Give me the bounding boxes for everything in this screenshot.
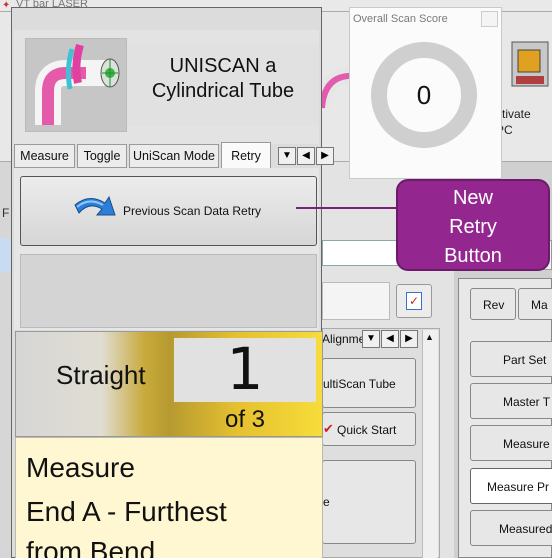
retry-tab-content: Previous Scan Data Retry — [14, 168, 319, 330]
multiscan-tube-button[interactable]: ultiScan Tube — [322, 358, 416, 408]
tab-prev-arrow-icon[interactable]: ◀ — [297, 147, 315, 165]
instruction-line-2: End A - Furthest — [26, 496, 227, 527]
callout-line-1: New — [452, 187, 493, 209]
callout-line-3: Button — [444, 245, 502, 267]
tab-uniscan-mode[interactable]: UniScan Mode — [129, 144, 219, 168]
tab-retry[interactable]: Retry — [221, 142, 271, 168]
count-total: of 3 — [224, 406, 266, 433]
panel-title: UNISCAN a Cylindrical Tube — [127, 44, 319, 126]
master-tube-button[interactable]: Master T — [470, 383, 552, 419]
score-close-button[interactable] — [481, 11, 498, 27]
tube-thumbnail — [25, 38, 127, 132]
panel-title-line2: Cylindrical Tube — [151, 80, 295, 102]
tab-measure[interactable]: Measure — [14, 144, 75, 168]
part-setup-button[interactable]: Part Set — [470, 341, 552, 377]
measured-button[interactable]: Measured — [470, 510, 552, 546]
app-icon: ✦ — [2, 0, 11, 11]
measure-setup-button[interactable]: Measure S — [470, 425, 552, 461]
uniscan-panel: UNISCAN a Cylindrical Tube Measure Toggl… — [11, 7, 334, 558]
instruction-box: Measure End A - Furthest from Bend — [15, 437, 323, 558]
bg-checklist-button[interactable]: ✓ — [396, 284, 432, 318]
dropdown-arrow-icon[interactable]: ▼ — [278, 147, 296, 165]
instruction-line-1: Measure — [26, 452, 135, 483]
overall-scan-score-window: Overall Scan Score 0 — [349, 7, 502, 179]
side-button-label: Measure S — [503, 437, 552, 451]
scroll-up-icon[interactable]: ▲ — [425, 332, 434, 342]
count-box: 1 — [174, 335, 316, 403]
tab-next-arrow-icon[interactable]: ▶ — [400, 330, 418, 348]
tab-alignment[interactable]: Alignme — [322, 330, 365, 350]
tab-toggle[interactable]: Toggle — [77, 144, 127, 168]
callout-line-2: Retry — [449, 216, 497, 238]
bg-e-label: e — [323, 495, 330, 509]
instruction-line-3: from Bend — [26, 536, 156, 558]
rev-label: Rev — [483, 298, 505, 312]
multiscan-tube-label: ultiScan Tube — [323, 377, 396, 391]
rev-button[interactable]: Rev — [470, 288, 516, 320]
panel-tab-scroll-arrows: ▼ ◀ ▶ — [278, 147, 334, 165]
tab-prev-arrow-icon[interactable]: ◀ — [381, 330, 399, 348]
panel-header: UNISCAN a Cylindrical Tube — [14, 30, 319, 144]
count-current: 1 — [226, 335, 264, 403]
side-button-label: Measured — [499, 522, 552, 536]
retry-empty-area — [20, 254, 317, 328]
ma-button[interactable]: Ma — [518, 288, 552, 320]
curved-arrow-icon — [74, 195, 116, 216]
bg-tab-scroll-arrows: ▼ ◀ ▶ — [362, 330, 418, 348]
new-retry-button-callout: New Retry Button — [396, 179, 550, 271]
measure-program-button[interactable]: Measure Pr — [470, 468, 552, 504]
bg-tab-row: Alignme ▼ ◀ ▶ — [322, 330, 438, 350]
bg-left-strip-label: F — [2, 206, 10, 220]
checkmark-icon: ✔ — [323, 421, 334, 436]
side-button-label: Measure Pr — [487, 480, 550, 494]
side-button-label: Master T — [503, 395, 551, 409]
status-label: Straight — [56, 360, 146, 390]
bg-scrollbar[interactable]: ▲ — [422, 330, 438, 558]
checklist-icon: ✓ — [406, 292, 422, 310]
side-button-label: Part Set — [503, 353, 547, 367]
quick-start-label: Quick Start — [337, 423, 397, 437]
bg-e-button[interactable]: e — [322, 460, 416, 544]
tab-next-arrow-icon[interactable]: ▶ — [316, 147, 334, 165]
cylindrical-tube-icon — [35, 43, 120, 125]
score-value: 0 — [416, 80, 432, 110]
score-window-title: Overall Scan Score — [353, 13, 448, 25]
bg-input-field-2[interactable] — [322, 282, 390, 320]
retry-button-label: Previous Scan Data Retry — [123, 204, 262, 218]
ma-label: Ma — [531, 298, 548, 312]
panel-title-line1: UNISCAN a — [169, 55, 277, 77]
dropdown-arrow-icon[interactable]: ▼ — [362, 330, 380, 348]
quick-start-button[interactable]: ✔ Quick Start — [322, 412, 416, 446]
status-bar: Straight 1 of 3 — [15, 331, 323, 437]
bg-machine-icon[interactable] — [508, 36, 552, 92]
panel-tabs: Measure Toggle UniScan Mode Retry ▼ ◀ ▶ — [14, 142, 334, 168]
callout-pointer — [296, 207, 398, 209]
previous-scan-data-retry-button[interactable]: Previous Scan Data Retry — [20, 176, 317, 246]
